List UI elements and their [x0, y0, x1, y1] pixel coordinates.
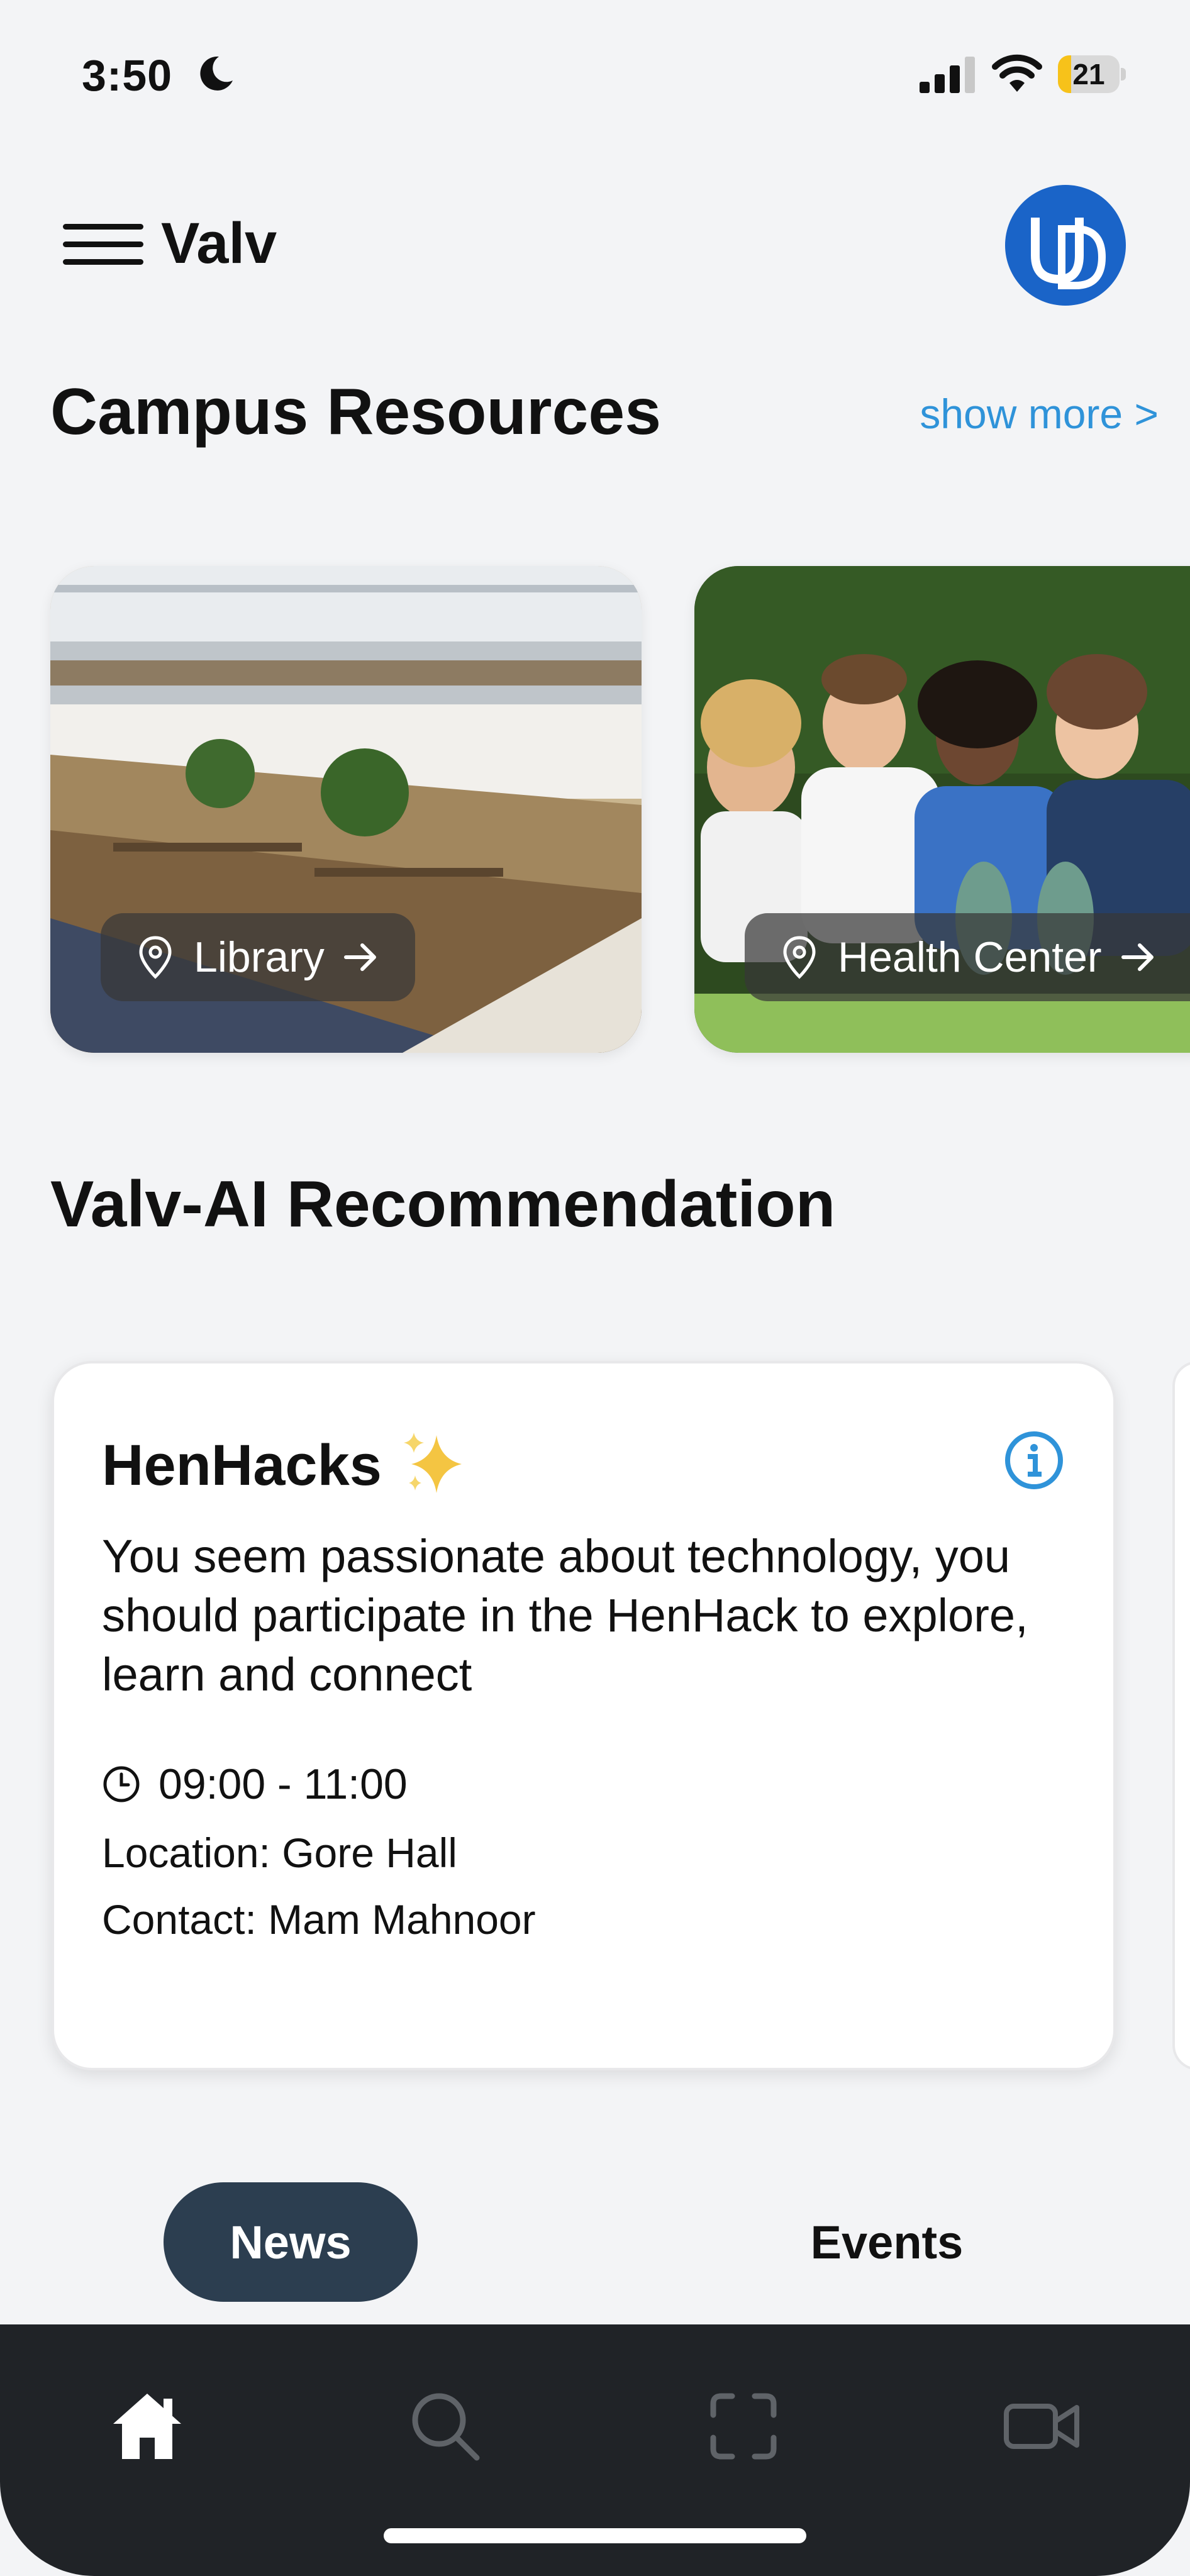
sparkles-icon — [404, 1433, 462, 1493]
tab-news[interactable]: News — [164, 2182, 418, 2302]
recommendation-card-next[interactable] — [1172, 1361, 1190, 2070]
resource-card-health-center[interactable]: Health Center — [694, 566, 1190, 1053]
recommendation-description: You seem passionate about technology, yo… — [102, 1530, 1028, 1701]
app-title: Valv — [161, 211, 277, 275]
info-icon[interactable] — [1003, 1429, 1065, 1492]
arrow-right-icon — [343, 943, 376, 971]
clock-icon — [103, 1766, 140, 1802]
library-label-pill: Library — [101, 913, 415, 1001]
app-screen: 3:50 21 Valv Campus Resources show more … — [0, 0, 1190, 2576]
arrow-right-icon — [1121, 943, 1154, 971]
status-time: 3:50 — [82, 51, 173, 100]
battery-level: 21 — [1072, 58, 1105, 91]
campus-resources-title: Campus Resources — [50, 375, 662, 448]
signal-icon — [920, 57, 975, 93]
wifi-icon — [992, 54, 1042, 92]
recommendation-contact: Contact: Mam Mahnoor — [102, 1896, 536, 1943]
location-pin-icon — [139, 936, 172, 979]
recommendation-card[interactable]: HenHacks You seem passionate about techn… — [52, 1361, 1116, 2070]
health-center-label: Health Center — [838, 933, 1102, 981]
library-label: Library — [194, 933, 325, 981]
moon-icon — [200, 56, 233, 91]
battery-indicator: 21 — [1058, 55, 1127, 93]
recommendation-title: Valv-AI Recommendation — [50, 1168, 836, 1241]
ud-logo[interactable] — [1005, 185, 1126, 306]
show-more-link[interactable]: show more > — [920, 390, 1159, 438]
tab-events[interactable]: Events — [755, 2182, 1019, 2302]
home-indicator — [384, 2528, 806, 2543]
recommendation-card-title: HenHacks — [102, 1433, 382, 1497]
video-icon[interactable] — [998, 2382, 1086, 2470]
menu-icon[interactable] — [63, 219, 143, 269]
location-pin-icon — [783, 936, 816, 979]
home-icon[interactable] — [103, 2382, 191, 2470]
search-icon[interactable] — [401, 2382, 489, 2470]
bottom-navigation — [0, 2324, 1190, 2576]
recommendation-time: 09:00 - 11:00 — [158, 1760, 408, 1808]
health-center-label-pill: Health Center — [745, 913, 1190, 1001]
scan-icon[interactable] — [699, 2382, 787, 2470]
resource-card-library[interactable]: Library — [50, 566, 642, 1053]
recommendation-time-row: 09:00 - 11:00 — [102, 1760, 408, 1809]
recommendation-location: Location: Gore Hall — [102, 1829, 457, 1876]
